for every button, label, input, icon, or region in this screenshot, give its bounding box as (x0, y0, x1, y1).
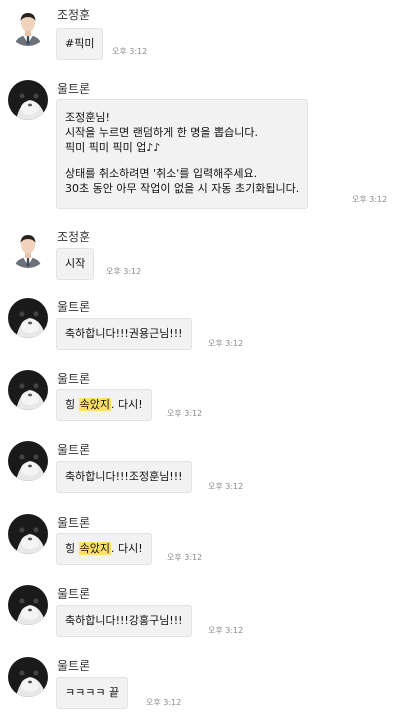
message-bubble[interactable]: 축하합니다!!!권용근님!!! (56, 318, 192, 350)
sender-name: 울트론 (57, 372, 91, 386)
sender-name: 조정훈 (57, 8, 91, 22)
user-avatar[interactable] (8, 6, 48, 46)
highlighted-text: 속았지 (78, 542, 111, 555)
sender-name: 울트론 (57, 300, 91, 314)
message-bubble[interactable]: ㅋㅋㅋㅋ 끝 (56, 677, 129, 709)
sender-name: 조정훈 (57, 230, 91, 244)
message-time: 오후 3:12 (208, 482, 244, 491)
message-text: . 다시! (111, 542, 143, 555)
cat-avatar-icon (8, 657, 48, 697)
user-avatar[interactable] (8, 228, 48, 268)
message-text: 힝 (65, 398, 79, 411)
message-time: 오후 3:12 (352, 195, 388, 204)
person-avatar-icon (8, 6, 48, 46)
message-line: 30초 동안 아무 작업이 없을 시 자동 초기화됩니다. (65, 182, 300, 195)
bot-avatar[interactable] (8, 657, 48, 697)
bot-avatar[interactable] (8, 80, 48, 120)
message-time: 오후 3:12 (208, 339, 244, 348)
sender-name: 울트론 (57, 82, 91, 96)
bot-avatar[interactable] (8, 585, 48, 625)
message-line: 조정훈님! (65, 111, 110, 124)
message-time: 오후 3:12 (208, 626, 244, 635)
message-bubble[interactable]: 시작 (56, 248, 95, 280)
cat-avatar-icon (8, 298, 48, 338)
cat-avatar-icon (8, 585, 48, 625)
message-text: 힝 (65, 542, 79, 555)
bot-avatar[interactable] (8, 514, 48, 554)
person-avatar-icon (8, 228, 48, 268)
sender-name: 울트론 (57, 516, 91, 530)
cat-avatar-icon (8, 80, 48, 120)
message-time: 오후 3:12 (146, 698, 182, 707)
message-text: . 다시! (111, 398, 143, 411)
bot-avatar[interactable] (8, 370, 48, 410)
message-line: 시작을 누르면 랜덤하게 한 명을 뽑습니다. (65, 126, 259, 139)
message-bubble[interactable]: 힝 속았지. 다시! (56, 533, 152, 565)
message-line: 픽미 픽미 픽미 업♪♪ (65, 141, 161, 154)
message-time: 오후 3:12 (167, 553, 203, 562)
message-time: 오후 3:12 (167, 409, 203, 418)
message-bubble[interactable]: 힝 속았지. 다시! (56, 389, 152, 421)
cat-avatar-icon (8, 441, 48, 481)
bot-avatar[interactable] (8, 441, 48, 481)
sender-name: 울트론 (57, 587, 91, 601)
message-bubble[interactable]: 축하합니다!!!강홍구님!!! (56, 605, 192, 637)
message-bubble[interactable]: 조정훈님! 시작을 누르면 랜덤하게 한 명을 뽑습니다. 픽미 픽미 픽미 업… (56, 99, 309, 209)
sender-name: 울트론 (57, 659, 91, 673)
sender-name: 울트론 (57, 443, 91, 457)
message-time: 오후 3:12 (112, 47, 148, 56)
bot-avatar[interactable] (8, 298, 48, 338)
highlighted-text: 속았지 (78, 398, 111, 411)
message-line: 상태를 취소하려면 '취소'를 입력해주세요. (65, 167, 258, 180)
message-line-break (65, 155, 299, 166)
message-time: 오후 3:12 (106, 267, 142, 276)
cat-avatar-icon (8, 370, 48, 410)
message-bubble[interactable]: 축하합니다!!!조정훈님!!! (56, 461, 192, 493)
cat-avatar-icon (8, 514, 48, 554)
message-bubble[interactable]: #픽미 (56, 28, 104, 60)
